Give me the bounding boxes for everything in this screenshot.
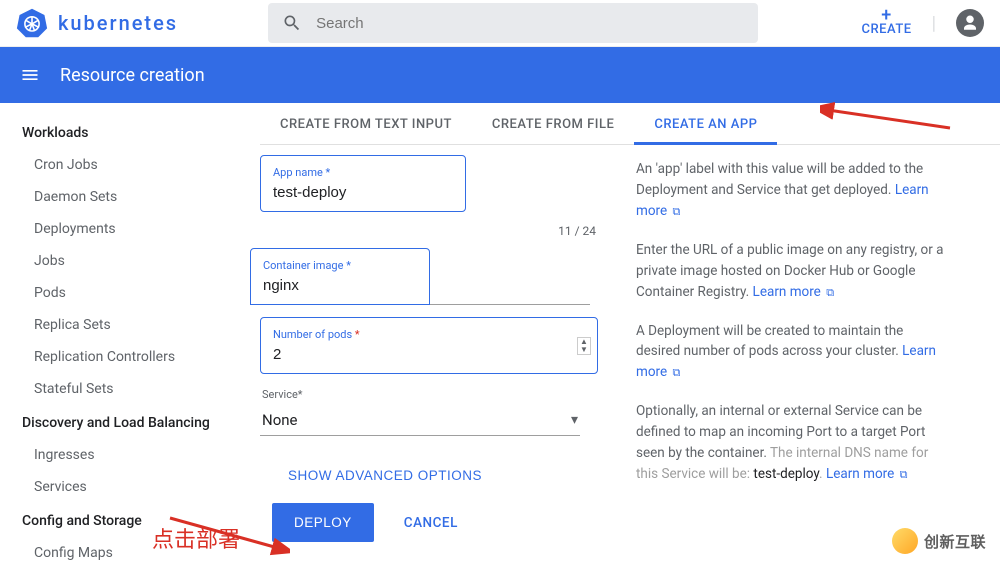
chevron-down-icon: ▾ [571,412,578,428]
sidebar-item-jobs[interactable]: Jobs [0,245,236,277]
menu-icon[interactable] [20,65,40,85]
show-advanced-button[interactable]: SHOW ADVANCED OPTIONS [272,458,498,493]
external-link-icon: ⧉ [826,286,834,299]
sidebar-section-discovery[interactable]: Discovery and Load Balancing [0,411,236,435]
sidebar-section-workloads[interactable]: Workloads [0,121,236,145]
account-icon[interactable] [956,9,984,37]
required-marker: * [326,166,331,179]
external-link-icon: ⧉ [900,468,908,481]
container-image-label: Container image [263,259,343,272]
sidebar-item-replica-sets[interactable]: Replica Sets [0,309,236,341]
sidebar-item-replication-controllers[interactable]: Replication Controllers [0,341,236,373]
brand-logo[interactable]: kubernetes [16,7,178,39]
service-select[interactable]: None ▾ [260,405,580,436]
search-input[interactable] [316,15,744,32]
sidebar: Workloads Cron Jobs Daemon Sets Deployme… [0,103,236,564]
learn-more-container[interactable]: Learn more ⧉ [753,284,835,300]
watermark-icon [892,528,918,554]
person-icon [961,14,979,32]
help-service-dns-value: test-deploy [753,466,819,482]
stepper-down-icon[interactable]: ▼ [578,346,590,354]
sidebar-item-ingresses[interactable]: Ingresses [0,439,236,471]
sidebar-item-daemon-sets[interactable]: Daemon Sets [0,181,236,213]
learn-more-service[interactable]: Learn more ⧉ [826,466,908,482]
sidebar-item-stateful-sets[interactable]: Stateful Sets [0,373,236,405]
create-button[interactable]: + CREATE [861,10,911,37]
sidebar-item-cron-jobs[interactable]: Cron Jobs [0,149,236,181]
create-label: CREATE [861,22,911,37]
divider: | [932,13,936,34]
watermark-text: 创新互联 [924,531,986,552]
brand-name: kubernetes [58,11,178,35]
app-name-label: App name [273,166,323,179]
kubernetes-icon [16,7,48,39]
tab-create-an-app[interactable]: CREATE AN APP [634,103,777,145]
watermark: 创新互联 [884,526,994,556]
sidebar-item-deployments[interactable]: Deployments [0,213,236,245]
help-app-name: An 'app' label with this value will be a… [636,161,923,198]
pods-stepper[interactable]: ▲▼ [577,337,591,355]
search-box[interactable] [268,3,758,43]
tab-create-from-text[interactable]: CREATE FROM TEXT INPUT [260,103,472,144]
annotation-deploy-text: 点击部署 [152,522,240,554]
tabs: CREATE FROM TEXT INPUT CREATE FROM FILE … [260,103,1000,145]
help-pods: A Deployment will be created to maintain… [636,323,903,360]
external-link-icon: ⧉ [673,366,681,379]
container-image-input[interactable] [263,273,417,294]
plus-icon: + [881,10,892,22]
sidebar-item-services[interactable]: Services [0,471,236,503]
service-label: Service [262,388,298,401]
pods-input[interactable] [273,342,585,363]
external-link-icon: ⧉ [673,205,681,218]
deploy-button[interactable]: DEPLOY [272,503,374,542]
cancel-button[interactable]: CANCEL [404,515,458,531]
app-name-counter: 11 / 24 [260,220,600,248]
app-name-input[interactable] [273,180,453,201]
page-title: Resource creation [60,65,205,86]
sidebar-item-pods[interactable]: Pods [0,277,236,309]
service-value: None [262,411,571,429]
pods-label: Number of pods [273,328,352,341]
search-icon [282,13,302,33]
tab-create-from-file[interactable]: CREATE FROM FILE [472,103,634,144]
